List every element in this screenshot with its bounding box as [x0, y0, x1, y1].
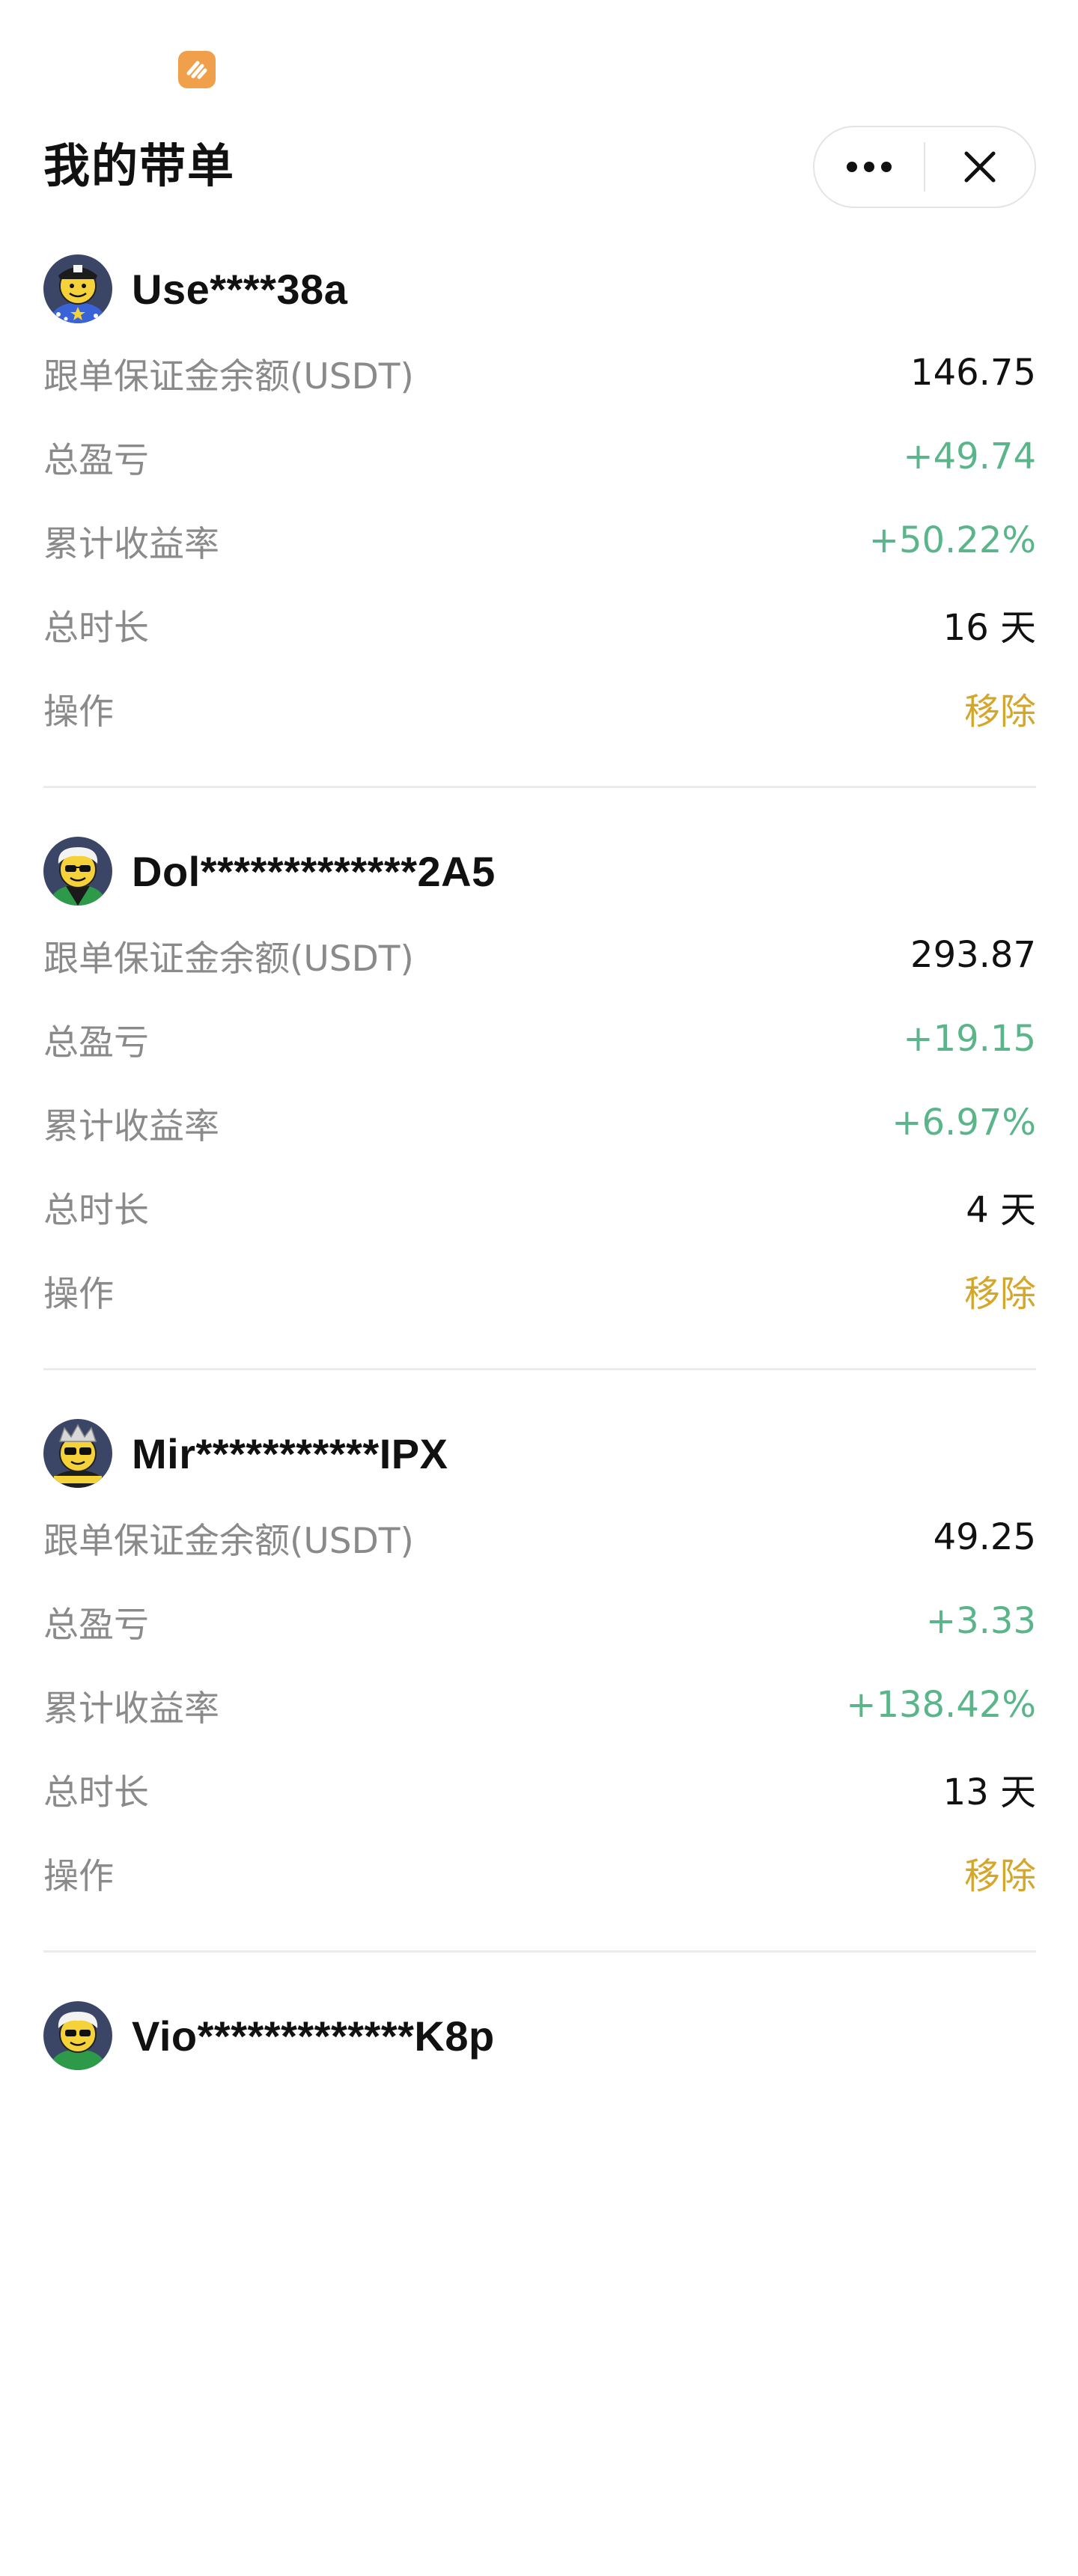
trader-card: Dol*************2A5 跟单保证金余额(USDT) 293.87… — [43, 829, 1036, 1411]
trader-username[interactable]: Vio*************K8p — [132, 2012, 495, 2060]
operation-row: 操作 移除 — [43, 1843, 1036, 1902]
total-pnl-value: +19.15 — [903, 1018, 1036, 1060]
total-pnl-row: 总盈亏 +19.15 — [43, 1009, 1036, 1069]
trader-header: Mir***********IPX — [43, 1417, 448, 1489]
remove-button[interactable]: 移除 — [964, 682, 1036, 734]
trader-card: Vio*************K8p — [43, 1994, 1036, 2576]
operation-row: 操作 移除 — [43, 678, 1036, 738]
margin-balance-row: 跟单保证金余额(USDT) 293.87 — [43, 925, 1036, 985]
total-duration-label: 总时长 — [43, 607, 149, 649]
margin-balance-label: 跟单保证金余额(USDT) — [43, 1520, 414, 1562]
margin-balance-value: 293.87 — [910, 934, 1036, 976]
total-pnl-row: 总盈亏 +3.33 — [43, 1591, 1036, 1651]
mini-program-capsule — [813, 126, 1036, 208]
cumulative-return-label: 累计收益率 — [43, 523, 219, 565]
cumulative-return-value: +6.97% — [892, 1102, 1036, 1144]
avatar[interactable] — [43, 837, 112, 906]
avatar[interactable] — [43, 1419, 112, 1488]
more-dots-icon — [847, 162, 892, 172]
avatar[interactable] — [43, 254, 112, 323]
card-divider — [43, 1368, 1036, 1370]
page-header: 我的带单 — [0, 126, 1078, 210]
total-pnl-value: +3.33 — [925, 1600, 1036, 1642]
remove-button[interactable]: 移除 — [964, 1264, 1036, 1316]
total-duration-row: 总时长 4 天 — [43, 1176, 1036, 1236]
cumulative-return-label: 累计收益率 — [43, 1105, 219, 1147]
trader-header: Use****38a — [43, 253, 347, 325]
operation-row: 操作 移除 — [43, 1260, 1036, 1320]
total-duration-label: 总时长 — [43, 1189, 149, 1231]
avatar[interactable] — [43, 2001, 112, 2070]
margin-balance-label: 跟单保证金余额(USDT) — [43, 938, 414, 980]
trader-header: Vio*************K8p — [43, 2000, 495, 2072]
total-duration-value: 13 天 — [943, 1771, 1036, 1813]
card-divider — [43, 1950, 1036, 1953]
close-button[interactable] — [925, 127, 1035, 207]
cumulative-return-row: 累计收益率 +138.42% — [43, 1675, 1036, 1735]
copy-trade-list: Use****38a 跟单保证金余额(USDT) 146.75 总盈亏 +49.… — [43, 247, 1036, 2576]
margin-balance-label: 跟单保证金余额(USDT) — [43, 355, 414, 397]
close-icon — [964, 151, 996, 183]
trader-username[interactable]: Use****38a — [132, 265, 347, 314]
total-duration-label: 总时长 — [43, 1771, 149, 1813]
total-duration-value: 16 天 — [943, 607, 1036, 649]
cumulative-return-row: 累计收益率 +50.22% — [43, 510, 1036, 570]
total-duration-value: 4 天 — [966, 1189, 1036, 1231]
cumulative-return-row: 累计收益率 +6.97% — [43, 1093, 1036, 1153]
operation-label: 操作 — [43, 691, 114, 733]
total-pnl-value: +49.74 — [903, 436, 1036, 477]
page-title: 我的带单 — [43, 138, 236, 193]
remove-button[interactable]: 移除 — [964, 1846, 1036, 1899]
card-divider — [43, 786, 1036, 788]
trader-card: Use****38a 跟单保证金余额(USDT) 146.75 总盈亏 +49.… — [43, 247, 1036, 829]
margin-balance-value: 49.25 — [933, 1516, 1036, 1558]
operation-label: 操作 — [43, 1273, 114, 1315]
total-pnl-row: 总盈亏 +49.74 — [43, 427, 1036, 486]
trader-card: Mir***********IPX 跟单保证金余额(USDT) 49.25 总盈… — [43, 1411, 1036, 1994]
more-button[interactable] — [814, 127, 924, 207]
app-logo-icon — [178, 51, 216, 88]
trader-username[interactable]: Mir***********IPX — [132, 1429, 448, 1478]
operation-label: 操作 — [43, 1855, 114, 1897]
total-duration-row: 总时长 16 天 — [43, 594, 1036, 654]
total-pnl-label: 总盈亏 — [43, 1022, 149, 1063]
cumulative-return-label: 累计收益率 — [43, 1688, 219, 1730]
margin-balance-row: 跟单保证金余额(USDT) 49.25 — [43, 1507, 1036, 1567]
cumulative-return-value: +50.22% — [868, 519, 1036, 561]
cumulative-return-value: +138.42% — [846, 1684, 1036, 1726]
margin-balance-row: 跟单保证金余额(USDT) 146.75 — [43, 343, 1036, 403]
trader-username[interactable]: Dol*************2A5 — [132, 847, 496, 896]
total-pnl-label: 总盈亏 — [43, 439, 149, 481]
margin-balance-value: 146.75 — [910, 352, 1036, 394]
trader-header: Dol*************2A5 — [43, 835, 496, 907]
total-duration-row: 总时长 13 天 — [43, 1759, 1036, 1819]
total-pnl-label: 总盈亏 — [43, 1604, 149, 1646]
